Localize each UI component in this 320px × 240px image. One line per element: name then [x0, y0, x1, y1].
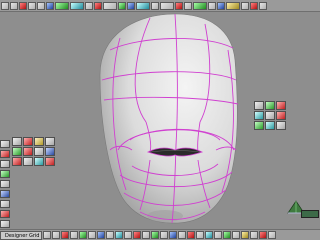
- object-icon[interactable]: [217, 1, 225, 10]
- knife-icon[interactable]: [45, 137, 55, 146]
- task-icon[interactable]: [187, 231, 195, 239]
- erase-icon[interactable]: [45, 157, 55, 166]
- strip-tool-icon[interactable]: [0, 220, 10, 228]
- head-surface: [99, 13, 238, 224]
- tool-icon[interactable]: [208, 1, 216, 10]
- layer-indicator[interactable]: [301, 210, 319, 218]
- pick-icon[interactable]: [37, 1, 45, 10]
- curve-icon[interactable]: [94, 1, 102, 10]
- trim-icon[interactable]: [276, 121, 286, 130]
- blend-icon[interactable]: [254, 101, 264, 110]
- strip-tool-icon[interactable]: [0, 210, 10, 218]
- task-icon[interactable]: [223, 231, 231, 239]
- task-icon[interactable]: [97, 231, 105, 239]
- strip-tool-icon[interactable]: [0, 180, 10, 188]
- extend-icon[interactable]: [254, 121, 264, 130]
- undo-icon[interactable]: [19, 1, 27, 10]
- strip-tool-icon[interactable]: [0, 170, 10, 178]
- save-icon[interactable]: [10, 1, 18, 10]
- relax-icon[interactable]: [34, 157, 44, 166]
- task-icon[interactable]: [259, 231, 267, 239]
- view-icon[interactable]: [118, 1, 126, 10]
- rotate-icon[interactable]: [55, 1, 69, 10]
- right-tool-palette: [254, 101, 286, 130]
- task-icon[interactable]: [115, 231, 123, 239]
- task-icon[interactable]: [79, 231, 87, 239]
- task-icon[interactable]: [106, 231, 114, 239]
- task-icon[interactable]: [151, 231, 159, 239]
- grid-icon[interactable]: [160, 1, 174, 10]
- render-icon[interactable]: [136, 1, 150, 10]
- task-icon[interactable]: [232, 231, 240, 239]
- task-icon[interactable]: [88, 231, 96, 239]
- left-tool-palette: [12, 137, 55, 166]
- task-icon[interactable]: [268, 231, 276, 239]
- layer-icon[interactable]: [184, 1, 192, 10]
- bend-icon[interactable]: [265, 111, 275, 120]
- help-icon[interactable]: [259, 1, 267, 10]
- strip-tool-icon[interactable]: [0, 150, 10, 158]
- camera-icon[interactable]: [151, 1, 159, 10]
- task-icon[interactable]: [124, 231, 132, 239]
- task-icon[interactable]: [61, 231, 69, 239]
- task-icon[interactable]: [133, 231, 141, 239]
- app-window: Designer Grid: [0, 0, 320, 240]
- pull-icon[interactable]: [45, 147, 55, 156]
- task-icon[interactable]: [241, 231, 249, 239]
- warp-icon[interactable]: [276, 101, 286, 110]
- task-icon[interactable]: [169, 231, 177, 239]
- twist-icon[interactable]: [254, 111, 264, 120]
- move-icon[interactable]: [46, 1, 54, 10]
- strip-tool-icon[interactable]: [0, 160, 10, 168]
- smooth-icon[interactable]: [23, 147, 33, 156]
- strip-tool-icon[interactable]: [0, 190, 10, 198]
- shader-icon[interactable]: [226, 1, 240, 10]
- lasso-icon[interactable]: [34, 137, 44, 146]
- task-icon[interactable]: [178, 231, 186, 239]
- strip-tool-icon[interactable]: [0, 140, 10, 148]
- left-tool-strip: [0, 140, 10, 228]
- brush-icon[interactable]: [12, 137, 22, 146]
- flatten-icon[interactable]: [23, 157, 33, 166]
- file-icon[interactable]: [1, 1, 9, 10]
- task-icon[interactable]: [160, 231, 168, 239]
- task-icon[interactable]: [70, 231, 78, 239]
- task-icon[interactable]: [142, 231, 150, 239]
- pen-icon[interactable]: [23, 137, 33, 146]
- task-icon[interactable]: [214, 231, 222, 239]
- task-icon[interactable]: [52, 231, 60, 239]
- top-toolbar: [0, 0, 320, 12]
- close-icon[interactable]: [276, 111, 286, 120]
- task-icon[interactable]: [196, 231, 204, 239]
- task-icon[interactable]: [43, 231, 51, 239]
- redo-icon[interactable]: [28, 1, 36, 10]
- task-icon[interactable]: [250, 231, 258, 239]
- active-window-button[interactable]: Designer Grid: [0, 230, 42, 240]
- pinch-icon[interactable]: [34, 147, 44, 156]
- cv-icon[interactable]: [265, 101, 275, 110]
- sculpt-icon[interactable]: [12, 147, 22, 156]
- bottom-taskbar: Designer Grid: [0, 229, 320, 240]
- anim-icon[interactable]: [241, 1, 249, 10]
- task-icon[interactable]: [205, 231, 213, 239]
- play-icon[interactable]: [250, 1, 258, 10]
- fillet-icon[interactable]: [265, 121, 275, 130]
- strip-tool-icon[interactable]: [0, 200, 10, 208]
- snap-icon[interactable]: [175, 1, 183, 10]
- select-icon[interactable]: [85, 1, 93, 10]
- chin-shadow: [147, 210, 183, 222]
- surface-icon[interactable]: [103, 1, 117, 10]
- light-icon[interactable]: [127, 1, 135, 10]
- edit-icon[interactable]: [193, 1, 207, 10]
- inflate-icon[interactable]: [12, 157, 22, 166]
- scale-icon[interactable]: [70, 1, 84, 10]
